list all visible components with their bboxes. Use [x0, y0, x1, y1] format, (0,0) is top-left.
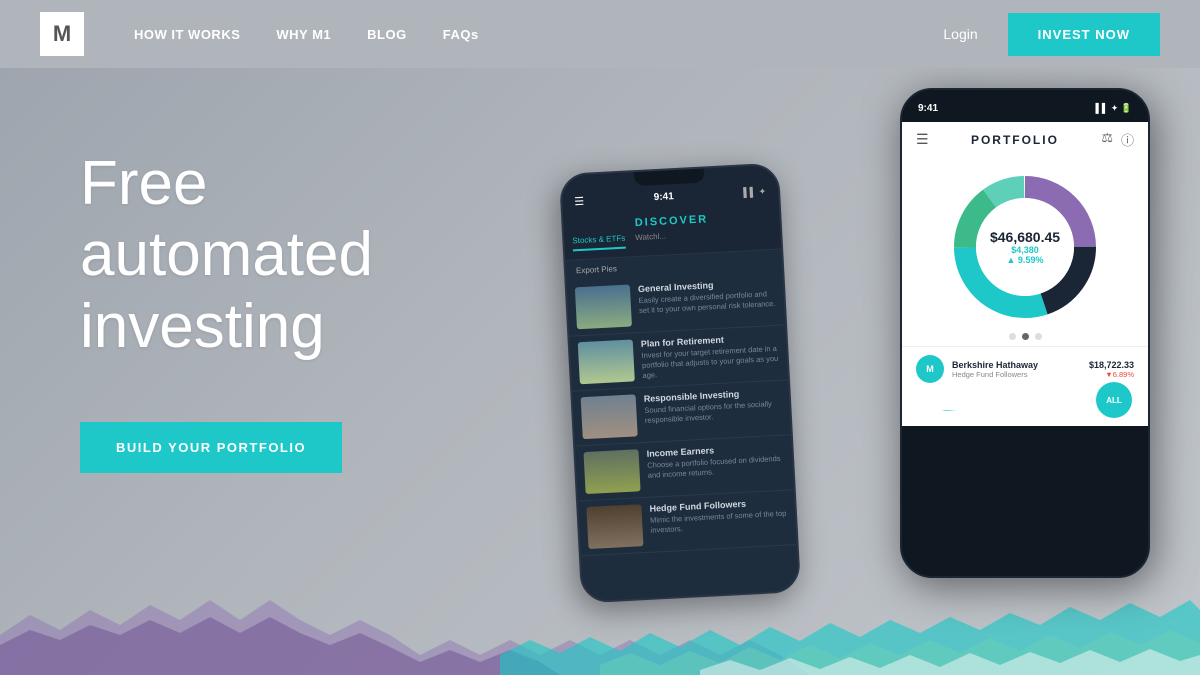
stock-info: Berkshire Hathaway Hedge Fund Followers — [952, 360, 1081, 379]
phone1-screen: ☰ 9:41 ▌▌ ✦ DISCOVER Stocks & ETFs Watch… — [562, 179, 800, 604]
item-text-general: General Investing Easily create a divers… — [638, 277, 776, 316]
login-link[interactable]: Login — [943, 26, 977, 42]
item-text-responsible: Responsible Investing Sound financial op… — [644, 387, 782, 426]
item-desc: Invest for your target retirement date i… — [641, 344, 779, 380]
portfolio-gain: $4,380 — [990, 245, 1060, 255]
list-item: Hedge Fund Followers Mimic the investmen… — [578, 490, 797, 556]
portfolio-pct: ▲ 9.59% — [990, 255, 1060, 265]
item-img-city — [581, 394, 638, 439]
carousel-dots — [902, 333, 1148, 340]
phone2-header: ☰ PORTFOLIO ⚖ ⓘ — [902, 122, 1148, 157]
stock-name: Berkshire Hathaway — [952, 360, 1081, 370]
phone2-notch — [967, 90, 1067, 110]
build-portfolio-button[interactable]: BUILD YOUR PORTFOLIO — [80, 422, 342, 473]
menu-icon: ☰ — [574, 195, 585, 208]
donut-chart: $46,680.45 $4,380 ▲ 9.59% — [945, 167, 1105, 327]
phone-portfolio: 9:41 ▌▌ ✦ 🔋 ☰ PORTFOLIO ⚖ ⓘ — [900, 88, 1150, 578]
nav-how-it-works[interactable]: HOW IT WORKS — [134, 27, 240, 42]
hero-section: Free automated investing BUILD YOUR PORT… — [0, 68, 1200, 675]
all-button[interactable]: ALL — [1096, 382, 1132, 418]
balance-icon: ⚖ — [1101, 130, 1113, 149]
phone2-time: 9:41 — [918, 103, 938, 114]
stock-price: $18,722.33 — [1089, 360, 1134, 370]
item-text-hedge: Hedge Fund Followers Mimic the investmen… — [649, 497, 787, 536]
info-icon: ⓘ — [1121, 130, 1134, 149]
nav-blog[interactable]: BLOG — [367, 27, 407, 42]
phone2-top-bar: 9:41 ▌▌ ✦ 🔋 — [902, 90, 1148, 122]
portfolio-title: PORTFOLIO — [971, 133, 1059, 147]
hero-headline: Free automated investing BUILD YOUR PORT… — [80, 148, 373, 473]
item-img-mountain — [575, 284, 632, 329]
item-text-income: Income Earners Choose a portfolio focuse… — [646, 442, 784, 481]
nav-why-m1[interactable]: WHY M1 — [276, 27, 331, 42]
stock-avatar: M — [916, 355, 944, 383]
logo[interactable]: M — [40, 12, 84, 56]
hamburger-icon: ☰ — [916, 131, 929, 148]
dot-3[interactable] — [1035, 333, 1042, 340]
invest-now-button[interactable]: INVEST NOW — [1008, 13, 1160, 56]
item-img-vacation — [578, 339, 635, 384]
donut-center: $46,680.45 $4,380 ▲ 9.59% — [990, 229, 1060, 265]
nav-links: HOW IT WORKS WHY M1 BLOG FAQs — [134, 27, 943, 42]
phone1-time: 9:41 — [654, 191, 675, 203]
stock-change: ▼6.89% — [1089, 370, 1134, 379]
phone2-header-icons: ⚖ ⓘ — [1101, 130, 1134, 149]
stock-sub: Hedge Fund Followers — [952, 370, 1081, 379]
phone1-signal: ▌▌ ✦ — [743, 186, 766, 198]
item-img-bull — [586, 504, 643, 549]
phone1-tab-stocks[interactable]: Stocks & ETFs — [572, 234, 626, 252]
item-img-money — [583, 449, 640, 494]
dot-1[interactable] — [1009, 333, 1016, 340]
phones-container: ☰ 9:41 ▌▌ ✦ DISCOVER Stocks & ETFs Watch… — [550, 88, 1150, 675]
phone1-tab-watch[interactable]: Watchl... — [635, 232, 667, 249]
portfolio-value: $46,680.45 — [990, 229, 1060, 245]
phone-discover: ☰ 9:41 ▌▌ ✦ DISCOVER Stocks & ETFs Watch… — [559, 163, 801, 604]
hero-headline-text: Free automated investing — [80, 148, 373, 362]
stock-value: $18,722.33 ▼6.89% — [1089, 360, 1134, 379]
phone2-signal: ▌▌ ✦ 🔋 — [1095, 103, 1132, 114]
nav-right: Login INVEST NOW — [943, 13, 1160, 56]
nav-faqs[interactable]: FAQs — [443, 27, 479, 42]
navbar: M HOW IT WORKS WHY M1 BLOG FAQs Login IN… — [0, 0, 1200, 68]
item-text-retirement: Plan for Retirement Invest for your targ… — [641, 332, 780, 380]
dot-2[interactable] — [1022, 333, 1029, 340]
sparkline-chart — [916, 391, 966, 411]
